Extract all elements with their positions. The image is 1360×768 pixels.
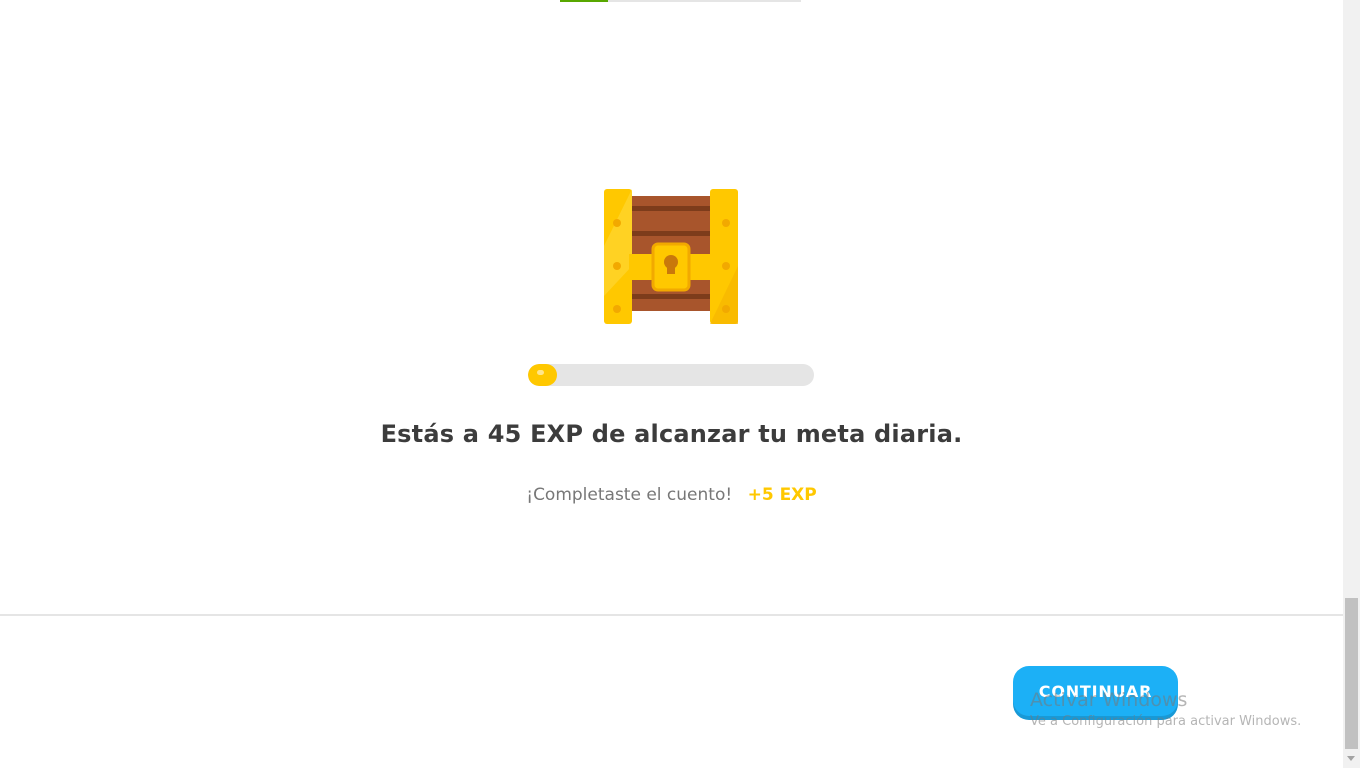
arrow-down-icon[interactable] [1347, 756, 1355, 761]
story-complete-text: ¡Completaste el cuento! [526, 485, 733, 505]
lesson-progress-bar [560, 0, 801, 2]
scrollbar-thumb[interactable] [1345, 598, 1358, 749]
footer-divider [0, 614, 1343, 616]
daily-goal-message: Estás a 45 EXP de alcanzar tu meta diari… [380, 420, 963, 448]
lesson-complete-screen: Estás a 45 EXP de alcanzar tu meta diari… [0, 0, 1343, 768]
treasure-chest-icon [604, 189, 738, 324]
lesson-progress-fill [560, 0, 609, 2]
progress-shine [537, 370, 544, 375]
daily-goal-progress-fill [528, 364, 557, 386]
continue-button[interactable]: CONTINUAR [1013, 666, 1178, 716]
daily-goal-progress-bar [528, 364, 814, 386]
page-scrollbar[interactable] [1343, 0, 1360, 768]
xp-earned-badge: +5 EXP [747, 485, 817, 505]
story-complete-line: ¡Completaste el cuento! +5 EXP [0, 485, 1343, 505]
